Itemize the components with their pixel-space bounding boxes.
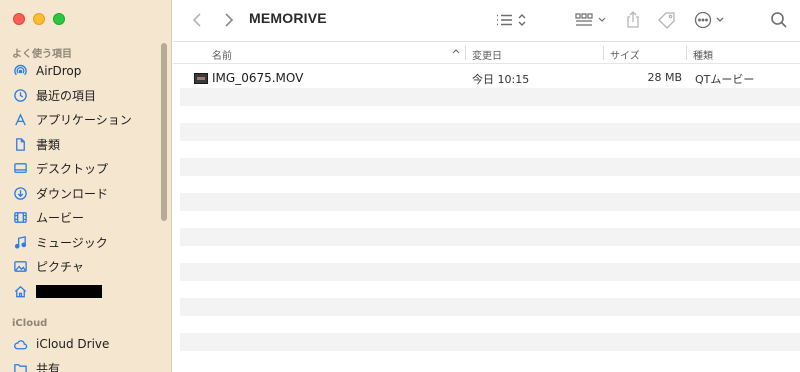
tag-icon [658, 12, 675, 29]
empty-row [180, 193, 800, 211]
empty-row [180, 316, 800, 334]
movie-icon [12, 209, 28, 225]
ellipsis-circle-icon [694, 11, 724, 29]
sidebar-item-documents[interactable]: 書類 [8, 132, 158, 156]
sidebar-item-pictures[interactable]: ピクチャ [8, 254, 158, 278]
window-controls [13, 13, 65, 25]
back-button[interactable] [187, 9, 207, 31]
list-view-icon [497, 14, 526, 26]
toolbar: MEMORIVE [173, 0, 800, 42]
clock-icon [12, 87, 28, 103]
empty-row [180, 88, 800, 106]
movie-file-icon [194, 73, 208, 84]
tags-button[interactable] [656, 9, 678, 31]
sidebar-item-icloud-drive[interactable]: iCloud Drive [8, 332, 158, 356]
sidebar-item-label: ムービー [36, 210, 85, 225]
zoom-window-button[interactable] [53, 13, 65, 25]
cloud-icon [12, 336, 28, 352]
close-window-button[interactable] [13, 13, 25, 25]
empty-row [180, 176, 800, 194]
window-title: MEMORIVE [249, 10, 327, 26]
column-header-modified[interactable]: 変更日 [472, 47, 502, 62]
chevron-right-icon [225, 13, 234, 27]
group-button[interactable] [574, 9, 610, 31]
column-header-size[interactable]: サイズ [610, 47, 640, 62]
sidebar-scrollbar[interactable] [161, 43, 167, 221]
empty-row [180, 281, 800, 299]
sidebar-item-label: 共有 [36, 361, 61, 372]
sidebar: よく使う項目 AirDrop 最近の項目 アプリケーション 書類 デスクトップ [0, 0, 172, 372]
file-modified: 今日 10:15 [472, 73, 530, 86]
empty-row [180, 228, 800, 246]
sidebar-item-applications[interactable]: アプリケーション [8, 107, 158, 131]
sidebar-item-label: アプリケーション [36, 112, 132, 127]
sidebar-item-label: デスクトップ [36, 161, 109, 176]
sidebar-item-label: ミュージック [36, 235, 108, 250]
minimize-window-button[interactable] [33, 13, 45, 25]
sidebar-item-label: 書類 [36, 137, 61, 152]
sidebar-item-label: 最近の項目 [36, 88, 97, 103]
sidebar-item-desktop[interactable]: デスクトップ [8, 156, 158, 180]
music-icon [12, 234, 28, 250]
sidebar-item-shared[interactable]: 共有 [8, 356, 158, 372]
empty-row [180, 106, 800, 124]
pictures-icon [12, 258, 28, 274]
home-icon [12, 283, 28, 299]
sidebar-item-downloads[interactable]: ダウンロード [8, 181, 158, 205]
empty-row [180, 246, 800, 264]
file-kind: QTムービー [695, 73, 755, 86]
forward-button[interactable] [219, 9, 239, 31]
file-list: IMG_0675.MOV 今日 10:15 28 MB QTムービー [180, 69, 800, 368]
empty-row [180, 298, 800, 316]
search-button[interactable] [768, 9, 790, 31]
file-size: 28 MB [647, 71, 682, 84]
view-options-button[interactable] [495, 9, 531, 31]
empty-row [180, 211, 800, 229]
sidebar-item-label: ダウンロード [36, 186, 109, 201]
empty-row [180, 333, 800, 351]
share-button[interactable] [623, 9, 643, 31]
chevron-left-icon [192, 13, 201, 27]
sort-chevron-up-icon[interactable] [451, 46, 461, 59]
grid-group-icon [575, 13, 606, 26]
sidebar-item-music[interactable]: ミュージック [8, 230, 158, 254]
sidebar-item-label: ピクチャ [36, 259, 84, 274]
empty-row [180, 263, 800, 281]
redacted-username [36, 284, 102, 298]
sidebar-section-icloud: iCloud [12, 318, 48, 329]
desktop-icon [12, 160, 28, 176]
file-name: IMG_0675.MOV [212, 71, 304, 85]
sidebar-item-label: AirDrop [36, 64, 82, 78]
applications-icon [12, 111, 28, 127]
search-icon [771, 12, 787, 28]
airdrop-icon [12, 63, 28, 79]
empty-row [180, 141, 800, 159]
column-header-kind[interactable]: 種類 [693, 47, 713, 62]
column-header-bar: 名前 変更日 サイズ 種類 [173, 42, 800, 64]
share-icon [627, 11, 639, 28]
download-icon [12, 185, 28, 201]
column-header-name[interactable]: 名前 [212, 47, 232, 62]
sidebar-item-home[interactable] [8, 279, 158, 303]
sidebar-item-airdrop[interactable]: AirDrop [8, 59, 158, 83]
document-icon [12, 136, 28, 152]
sidebar-item-recents[interactable]: 最近の項目 [8, 83, 158, 107]
action-menu-button[interactable] [693, 9, 729, 31]
sidebar-item-movies[interactable]: ムービー [8, 205, 158, 229]
empty-row [180, 158, 800, 176]
empty-row [180, 351, 800, 369]
sidebar-item-label: iCloud Drive [36, 337, 110, 351]
table-row[interactable]: IMG_0675.MOV 今日 10:15 28 MB QTムービー [180, 69, 800, 88]
empty-row [180, 123, 800, 141]
shared-folder-icon [12, 360, 28, 372]
sidebar-section-favorites: よく使う項目 [12, 49, 72, 60]
